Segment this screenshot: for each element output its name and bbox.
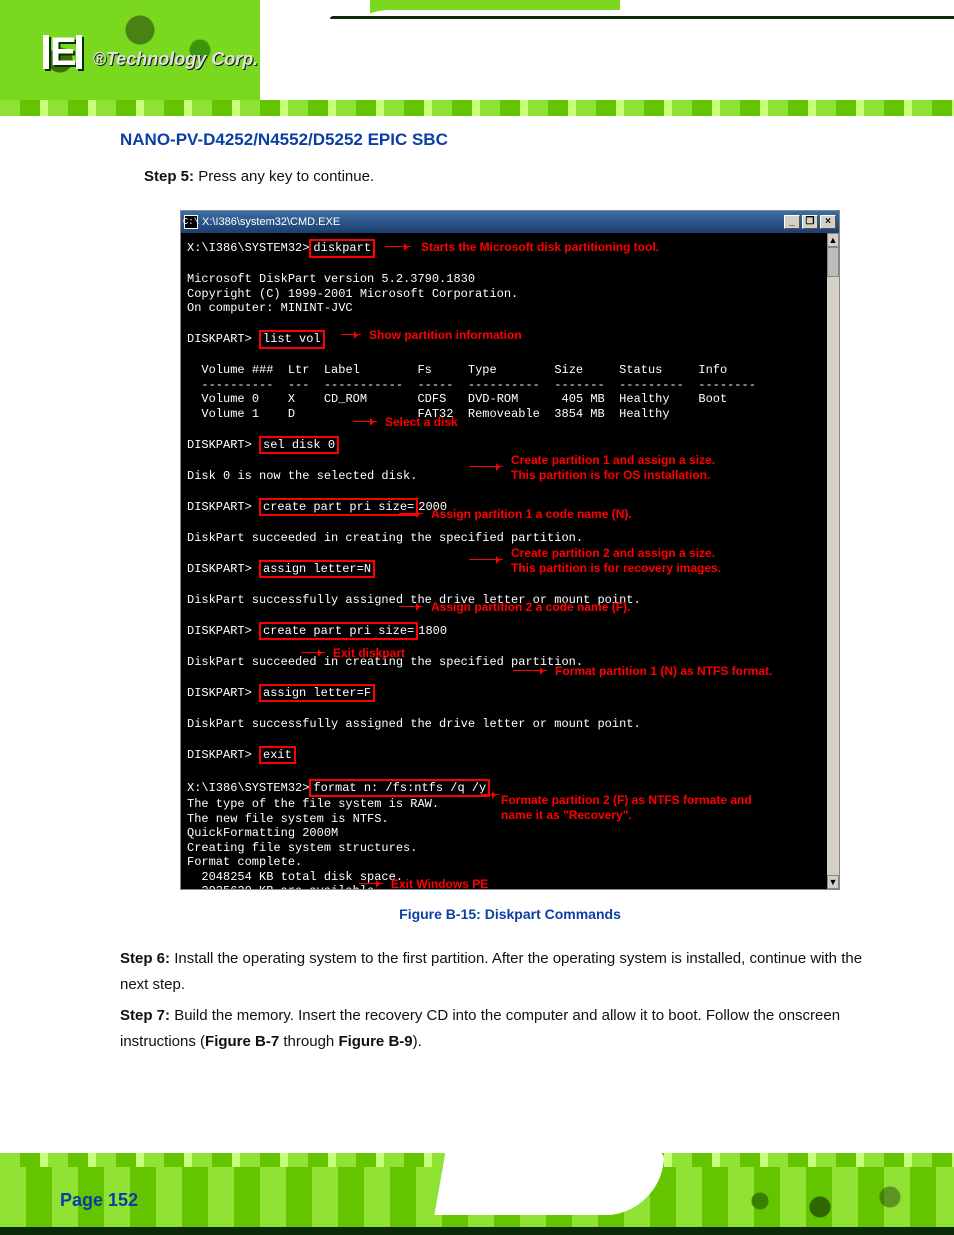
step-7-text-b: through bbox=[279, 1033, 338, 1050]
arrow-icon bbox=[469, 466, 503, 467]
arrow-icon bbox=[359, 883, 383, 884]
arrow-icon bbox=[399, 606, 423, 607]
figure-caption: Figure B-15: Diskpart Commands bbox=[180, 906, 840, 922]
step-6: Step 6: Install the operating system to … bbox=[120, 946, 880, 997]
annotation-diskpart: Starts the Microsoft disk partitioning t… bbox=[421, 240, 659, 255]
brand-logo: E bbox=[42, 30, 83, 75]
step-5-text: Press any key to continue. bbox=[198, 168, 374, 185]
box-assignF: assign letter=F bbox=[259, 684, 375, 703]
step-5-label: Step 5: bbox=[144, 168, 194, 185]
cmd-titlebar-text: X:\I386\system32\CMD.EXE bbox=[202, 216, 340, 228]
footer-dark-line bbox=[0, 1227, 954, 1235]
post-steps: Step 6: Install the operating system to … bbox=[120, 940, 880, 1054]
box-seldisk: sel disk 0 bbox=[259, 436, 339, 455]
annotation-exit-pe: Exit Windows PE bbox=[391, 877, 488, 889]
arrow-icon bbox=[481, 794, 499, 795]
footer-white-curve-inner bbox=[434, 1151, 665, 1215]
annotation-format2: Formate partition 2 (F) as NTFS formate … bbox=[501, 793, 752, 822]
step-7-text-c: ). bbox=[413, 1033, 422, 1050]
box-format1: format n: /fs:ntfs /q /y bbox=[309, 779, 490, 798]
annotation-seldisk: Select a disk bbox=[385, 415, 458, 430]
arrow-icon bbox=[301, 652, 325, 653]
product-title: NANO-PV-D4252/N4552/D5252 EPIC SBC bbox=[120, 130, 880, 150]
annotation-create2: Create partition 2 and assign a size. Th… bbox=[511, 546, 721, 575]
header-white-curve bbox=[330, 10, 954, 110]
document-title-area: NANO-PV-D4252/N4552/D5252 EPIC SBC bbox=[120, 130, 880, 150]
box-create1: create part pri size= bbox=[259, 498, 418, 517]
page-header: E ®Technology Corp. bbox=[0, 0, 954, 115]
step-6-text: Install the operating system to the firs… bbox=[120, 950, 862, 993]
header-thin-line bbox=[330, 16, 954, 19]
scroll-up-icon[interactable]: ▲ bbox=[827, 233, 839, 247]
box-assignN: assign letter=N bbox=[259, 560, 375, 579]
annotation-format1: Format partition 1 (N) as NTFS format. bbox=[555, 664, 772, 679]
arrow-icon bbox=[513, 670, 547, 671]
close-button[interactable]: × bbox=[820, 215, 836, 229]
minimize-button[interactable]: _ bbox=[784, 215, 800, 229]
cmd-titlebar: C:\ X:\I386\system32\CMD.EXE _ ❐ × bbox=[181, 211, 839, 233]
arrow-icon bbox=[341, 334, 361, 335]
step-7-ref2: Figure B-9 bbox=[338, 1033, 412, 1050]
box-create2: create part pri size= bbox=[259, 622, 418, 641]
annotation-assign1: Assign partition 1 a code name (N). bbox=[431, 507, 632, 522]
brand-tagline: ®Technology Corp. bbox=[93, 49, 259, 70]
cmd-body: X:\I386\SYSTEM32>diskpart Microsoft Disk… bbox=[181, 233, 829, 889]
page-footer: Page 152 bbox=[0, 1120, 954, 1235]
annotation-listvol: Show partition information bbox=[369, 328, 522, 343]
box-exit: exit bbox=[259, 746, 296, 765]
scroll-thumb[interactable] bbox=[827, 247, 839, 277]
step-7-ref1: Figure B-7 bbox=[205, 1033, 279, 1050]
box-diskpart: diskpart bbox=[309, 239, 375, 258]
cmd-window: C:\ X:\I386\system32\CMD.EXE _ ❐ × X:\I3… bbox=[180, 210, 840, 890]
arrow-icon bbox=[353, 421, 377, 422]
step-7: Step 7: Build the memory. Insert the rec… bbox=[120, 1003, 880, 1054]
step-7-label: Step 7: bbox=[120, 1007, 170, 1024]
arrow-icon bbox=[385, 246, 411, 247]
box-listvol: list vol bbox=[259, 330, 325, 349]
step-6-label: Step 6: bbox=[120, 950, 170, 967]
page-number: Page 152 bbox=[60, 1190, 138, 1211]
annotation-create1: Create partition 1 and assign a size. Th… bbox=[511, 453, 715, 482]
scrollbar[interactable]: ▲ ▼ bbox=[827, 233, 839, 889]
annotation-assign2: Assign partition 2 a code name (F). bbox=[431, 600, 630, 615]
arrow-icon bbox=[399, 513, 423, 514]
titlebar-buttons: _ ❐ × bbox=[784, 215, 836, 229]
annotation-exit-diskpart: Exit diskpart bbox=[333, 646, 405, 661]
header-green-strip bbox=[0, 100, 954, 116]
scroll-down-icon[interactable]: ▼ bbox=[827, 875, 839, 889]
step-5: Step 5: Press any key to continue. bbox=[144, 168, 374, 185]
cmd-icon: C:\ bbox=[184, 215, 198, 229]
arrow-icon bbox=[469, 559, 503, 560]
restore-button[interactable]: ❐ bbox=[802, 215, 818, 229]
brand: E ®Technology Corp. bbox=[42, 30, 258, 75]
